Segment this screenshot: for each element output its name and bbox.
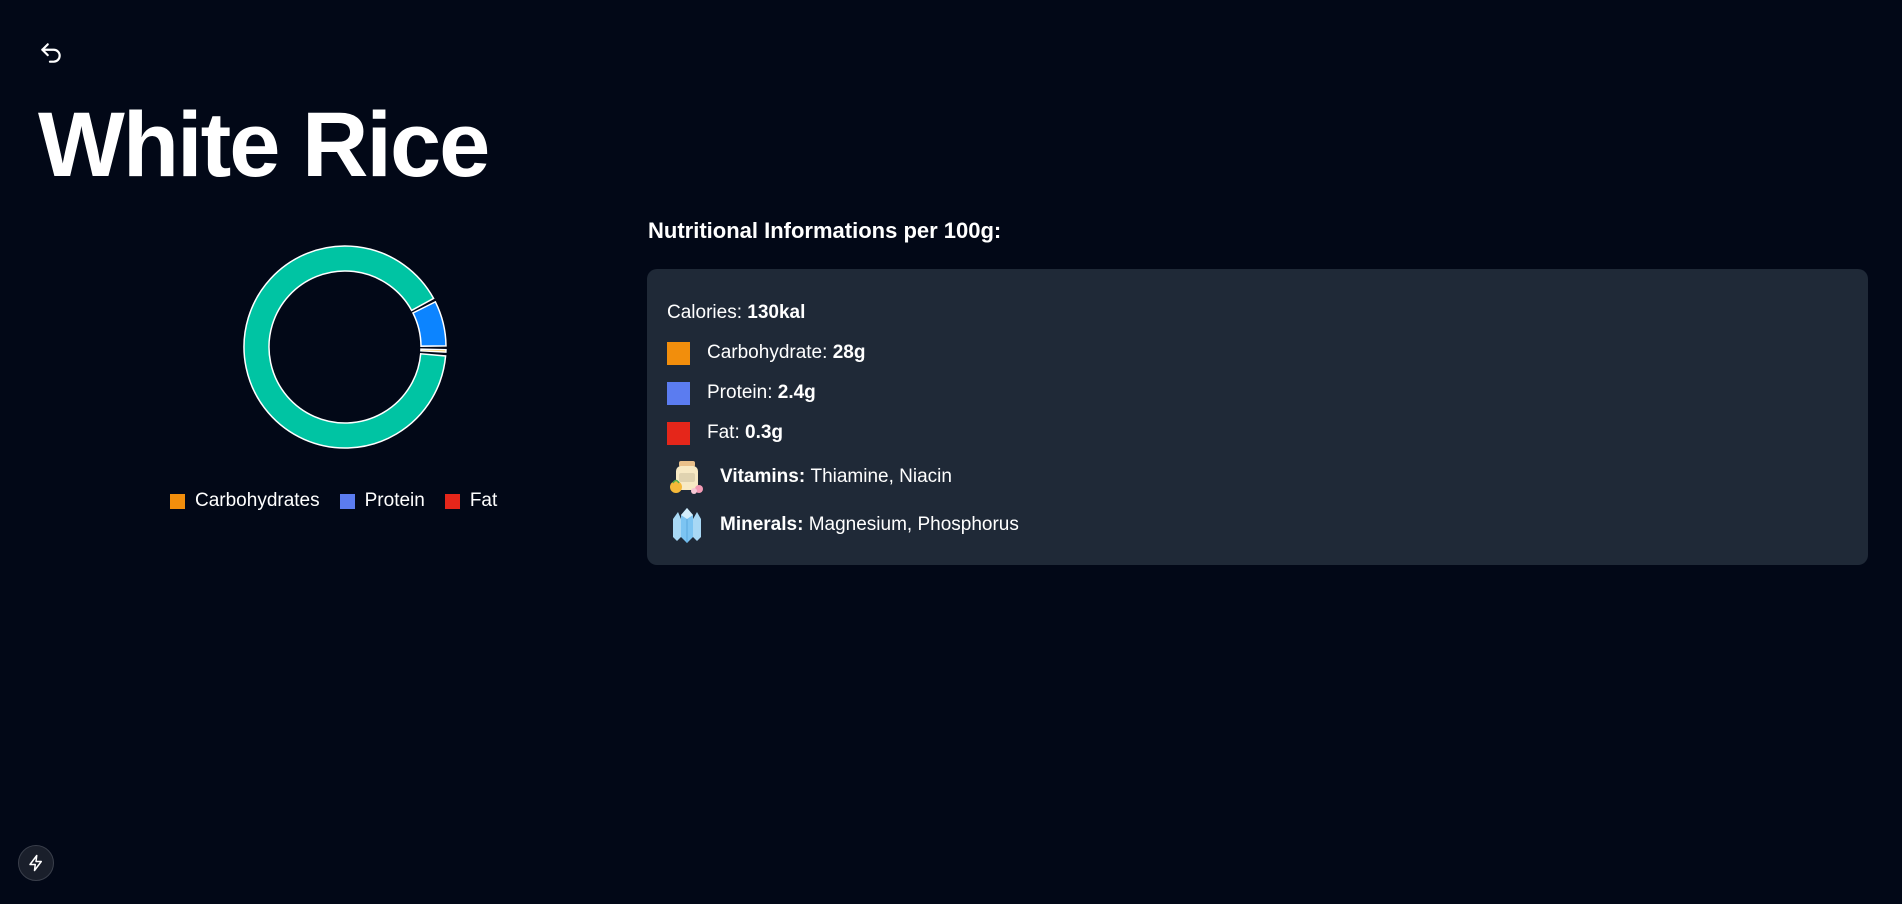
fat-value: 0.3g (745, 422, 784, 443)
chart-legend: Carbohydrates Protein Fat (170, 490, 517, 512)
vitamins-value: Thiamine, Niacin (810, 466, 952, 487)
minerals-row: Minerals: Magnesium, Phosphorus (667, 501, 1848, 549)
vitamins-row: Vitamins: Thiamine, Niacin (667, 453, 1848, 501)
carbohydrate-label: Carbohydrate: (707, 342, 828, 363)
protein-swatch (667, 381, 690, 405)
protein-row: Protein: 2.4g (667, 373, 1848, 413)
page-title: White Rice (38, 94, 490, 196)
minerals-value: Magnesium, Phosphorus (808, 514, 1019, 535)
protein-value: 2.4g (777, 382, 816, 403)
vitamins-bottle-icon (667, 457, 707, 497)
dev-tools-button[interactable] (18, 845, 54, 881)
calories-label: Calories: (667, 302, 742, 323)
legend-label-fat: Fat (469, 490, 498, 511)
nutrition-heading: Nutritional Informations per 100g: (648, 218, 1002, 243)
fat-label: Fat: (707, 422, 740, 443)
back-button[interactable] (34, 36, 68, 70)
legend-label-carbohydrates: Carbohydrates (195, 490, 320, 511)
carbohydrate-swatch (667, 341, 690, 365)
minerals-label: Minerals: (720, 514, 804, 535)
legend-swatch-carbohydrates (170, 493, 185, 509)
calories-row: Calories: 130kal (667, 293, 1848, 333)
protein-label: Protein: (707, 382, 773, 403)
donut-slice-fat[interactable] (420, 348, 447, 353)
legend-item-fat[interactable]: Fat (444, 490, 498, 512)
donut-slice-carbohydrates[interactable] (243, 245, 447, 449)
carbohydrate-row: Carbohydrate: 28g (667, 333, 1848, 373)
nutrition-card: Calories: 130kal Carbohydrate: 28g Prote… (647, 269, 1868, 565)
fat-swatch (667, 421, 690, 445)
page: White Rice Carbohydrates Protein Fat Nut… (0, 0, 1902, 904)
undo-arrow-icon (41, 43, 61, 63)
fat-row: Fat: 0.3g (667, 413, 1848, 453)
donut-slice-protein[interactable] (411, 300, 447, 347)
legend-swatch-fat (444, 493, 460, 509)
nutrient-donut-chart (225, 227, 465, 467)
lightning-bolt-icon (29, 854, 42, 872)
crystal-icon (667, 505, 707, 545)
legend-label-protein: Protein (364, 490, 425, 511)
legend-swatch-protein (339, 493, 355, 509)
calories-value: 130kal (747, 302, 806, 323)
vitamins-label: Vitamins: (720, 466, 806, 487)
legend-item-carbohydrates[interactable]: Carbohydrates (170, 490, 320, 512)
legend-item-protein[interactable]: Protein (339, 490, 425, 512)
carbohydrate-value: 28g (832, 342, 866, 363)
